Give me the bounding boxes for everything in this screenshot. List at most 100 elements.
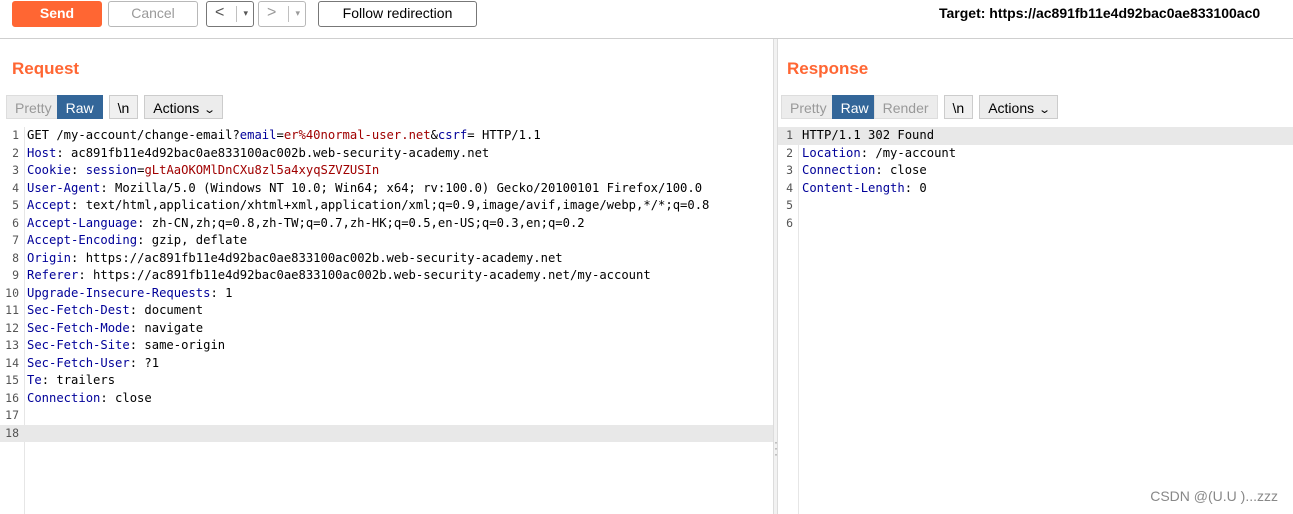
request-line[interactable]: 1 GET /my-account/change-email?email=er%4… xyxy=(0,127,773,145)
request-line[interactable]: 14 Sec-Fetch-User: ?1 xyxy=(0,355,773,373)
line-number: 6 xyxy=(786,215,793,230)
request-title: Request xyxy=(12,59,80,78)
line-number: 5 xyxy=(12,198,19,212)
request-line[interactable]: 7 Accept-Encoding: gzip, deflate xyxy=(0,232,773,250)
line-number: 18 xyxy=(5,425,19,440)
request-editor[interactable]: 1 GET /my-account/change-email?email=er%4… xyxy=(0,127,773,514)
line-number: 15 xyxy=(5,373,19,387)
request-line[interactable]: 15 Te: trailers xyxy=(0,372,773,390)
line-text: Content-Length: 0 xyxy=(802,180,927,195)
watermark: CSDN @(U.U )...zzz xyxy=(1150,488,1278,504)
back-button[interactable]: < ▾ xyxy=(206,1,254,27)
follow-redirection-button[interactable]: Follow redirection xyxy=(318,1,477,27)
line-text: Accept-Encoding: gzip, deflate xyxy=(27,233,248,247)
request-line[interactable]: 8 Origin: https://ac891fb11e4d92bac0ae833… xyxy=(0,250,773,268)
line-number: 2 xyxy=(12,145,19,160)
response-line[interactable]: 5 xyxy=(778,197,1293,215)
line-text: Sec-Fetch-Mode: navigate xyxy=(27,320,204,335)
response-line[interactable]: 3 Connection: close xyxy=(778,162,1293,180)
line-text: Origin: https://ac891fb11e4d92bac0ae8331… xyxy=(27,250,563,265)
actions-menu[interactable]: Actions ⌄ xyxy=(144,95,224,119)
line-text: Host: ac891fb11e4d92bac0ae833100ac002b.w… xyxy=(27,145,490,160)
response-panel: Response Pretty Raw Render \n Actions ⌄ 1 HTTP… xyxy=(778,39,1293,514)
line-text: Sec-Fetch-Site: same-origin xyxy=(27,338,226,352)
request-line[interactable]: 17 xyxy=(0,407,773,425)
line-number: 5 xyxy=(786,198,793,212)
request-line[interactable]: 16 Connection: close xyxy=(0,390,773,408)
response-line[interactable]: 6 xyxy=(778,215,1293,233)
dropdown-arrow-icon[interactable]: ▾ xyxy=(295,2,300,24)
request-line[interactable]: 18 xyxy=(0,424,773,442)
line-text: Sec-Fetch-User: ?1 xyxy=(27,355,160,370)
request-view-tabs: Pretty Raw \n Actions ⌄ xyxy=(6,95,224,119)
line-text: Upgrade-Insecure-Requests: 1 xyxy=(27,285,233,300)
line-text: Sec-Fetch-Dest: document xyxy=(27,303,204,317)
line-number: 12 xyxy=(5,320,19,335)
line-text: Location: /my-account xyxy=(802,145,957,160)
request-line[interactable]: 3 Cookie: session=gLtAaOKOMlDnCXu8zl5a4xy… xyxy=(0,162,773,180)
response-line[interactable]: 2 Location: /my-account xyxy=(778,145,1293,163)
line-number: 4 xyxy=(786,180,793,195)
line-text: HTTP/1.1 302 Found xyxy=(802,128,935,142)
request-line[interactable]: 11 Sec-Fetch-Dest: document xyxy=(0,302,773,320)
line-number: 1 xyxy=(12,128,19,142)
line-text: Referer: https://ac891fb11e4d92bac0ae833… xyxy=(27,268,651,282)
line-number: 7 xyxy=(12,233,19,247)
request-line[interactable]: 6 Accept-Language: zh-CN,zh;q=0.8,zh-TW;q… xyxy=(0,215,773,233)
request-panel: Request Pretty Raw \n Actions ⌄ 1 GET /my-acc… xyxy=(0,39,773,514)
line-number: 4 xyxy=(12,180,19,195)
response-editor[interactable]: 1 HTTP/1.1 302 Found 2 Location: /my-accoun… xyxy=(778,127,1293,514)
line-number: 14 xyxy=(5,355,19,370)
newline-toggle[interactable]: \n xyxy=(943,95,974,119)
send-button[interactable]: Send xyxy=(12,1,102,27)
response-view-tabs: Pretty Raw Render \n Actions ⌄ xyxy=(781,95,1059,119)
request-line[interactable]: 5 Accept: text/html,application/xhtml+xml… xyxy=(0,197,773,215)
chevron-down-icon: ⌄ xyxy=(203,104,217,116)
toolbar: Send Cancel < ▾ > ▾ Follow redirection T… xyxy=(0,0,1293,39)
line-number: 6 xyxy=(12,215,19,230)
chevron-right-icon: > xyxy=(267,4,277,21)
line-number: 1 xyxy=(786,128,793,142)
chevron-left-icon: < xyxy=(215,4,225,21)
actions-label: Actions xyxy=(988,100,1035,116)
line-number: 17 xyxy=(5,408,19,422)
line-text: Cookie: session=gLtAaOKOMlDnCXu8zl5a4xyq… xyxy=(27,163,380,177)
actions-label: Actions xyxy=(153,100,200,116)
target-url[interactable]: Target: https://ac891fb11e4d92bac0ae8331… xyxy=(939,5,1260,21)
line-number: 3 xyxy=(786,163,793,177)
dropdown-arrow-icon[interactable]: ▾ xyxy=(243,2,248,24)
line-text: Connection: close xyxy=(27,390,152,405)
line-text: Connection: close xyxy=(802,163,927,177)
request-line[interactable]: 10 Upgrade-Insecure-Requests: 1 xyxy=(0,285,773,303)
tab-pretty[interactable]: Pretty xyxy=(6,95,61,119)
tab-pretty[interactable]: Pretty xyxy=(781,95,836,119)
request-line[interactable]: 12 Sec-Fetch-Mode: navigate xyxy=(0,320,773,338)
line-number: 16 xyxy=(5,390,19,405)
response-line[interactable]: 4 Content-Length: 0 xyxy=(778,180,1293,198)
forward-button[interactable]: > ▾ xyxy=(258,1,306,27)
newline-toggle[interactable]: \n xyxy=(108,95,139,119)
line-text: Te: trailers xyxy=(27,373,116,387)
response-title: Response xyxy=(787,59,869,78)
line-number: 10 xyxy=(5,285,19,300)
tab-raw[interactable]: Raw xyxy=(831,95,878,119)
response-line[interactable]: 1 HTTP/1.1 302 Found xyxy=(778,127,1293,145)
request-line[interactable]: 2 Host: ac891fb11e4d92bac0ae833100ac002b.… xyxy=(0,145,773,163)
chevron-down-icon: ⌄ xyxy=(1038,104,1052,116)
line-text: User-Agent: Mozilla/5.0 (Windows NT 10.0… xyxy=(27,180,703,195)
line-number: 8 xyxy=(12,250,19,265)
actions-menu[interactable]: Actions ⌄ xyxy=(979,95,1059,119)
tab-raw[interactable]: Raw xyxy=(56,95,103,119)
cancel-button[interactable]: Cancel xyxy=(108,1,198,27)
request-line[interactable]: 4 User-Agent: Mozilla/5.0 (Windows NT 10.… xyxy=(0,180,773,198)
line-text: Accept: text/html,application/xhtml+xml,… xyxy=(27,198,710,212)
line-number: 3 xyxy=(12,163,19,177)
line-number: 11 xyxy=(5,303,19,317)
line-number: 13 xyxy=(5,338,19,352)
line-number: 9 xyxy=(12,268,19,282)
request-line[interactable]: 9 Referer: https://ac891fb11e4d92bac0ae83… xyxy=(0,267,773,285)
request-line[interactable]: 13 Sec-Fetch-Site: same-origin xyxy=(0,337,773,355)
line-text: GET /my-account/change-email?email=er%40… xyxy=(27,128,541,142)
tab-render[interactable]: Render xyxy=(873,95,938,119)
line-text: Accept-Language: zh-CN,zh;q=0.8,zh-TW;q=… xyxy=(27,215,585,230)
